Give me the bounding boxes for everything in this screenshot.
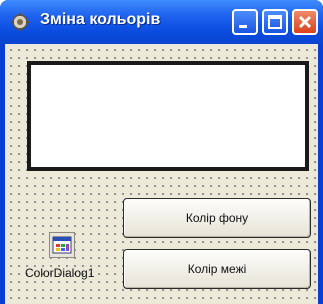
minimize-button[interactable] [232, 9, 258, 35]
form-app-icon[interactable] [10, 12, 30, 32]
title-bar[interactable]: Зміна кольорів [0, 0, 323, 44]
minimize-icon [239, 25, 247, 28]
window-title: Зміна кольорів [40, 11, 161, 28]
form-window: Зміна кольорів Колір фону Колір межі Col… [0, 0, 323, 304]
maximize-icon [268, 15, 282, 29]
color-dialog-label: ColorDialog1 [25, 266, 95, 280]
background-color-button[interactable]: Колір фону [123, 198, 311, 238]
form-design-surface[interactable]: Колір фону Колір межі ColorDialog1 [5, 44, 318, 304]
maximize-button[interactable] [262, 9, 288, 35]
close-button[interactable] [292, 9, 318, 35]
close-icon [298, 15, 312, 29]
color-dialog-component[interactable] [49, 232, 75, 258]
color-shape-panel[interactable] [27, 61, 309, 171]
background-color-button-label: Колір фону [185, 211, 249, 225]
color-dialog-icon [52, 236, 72, 254]
border-color-button[interactable]: Колір межі [123, 249, 311, 289]
border-color-button-label: Колір межі [187, 262, 247, 276]
